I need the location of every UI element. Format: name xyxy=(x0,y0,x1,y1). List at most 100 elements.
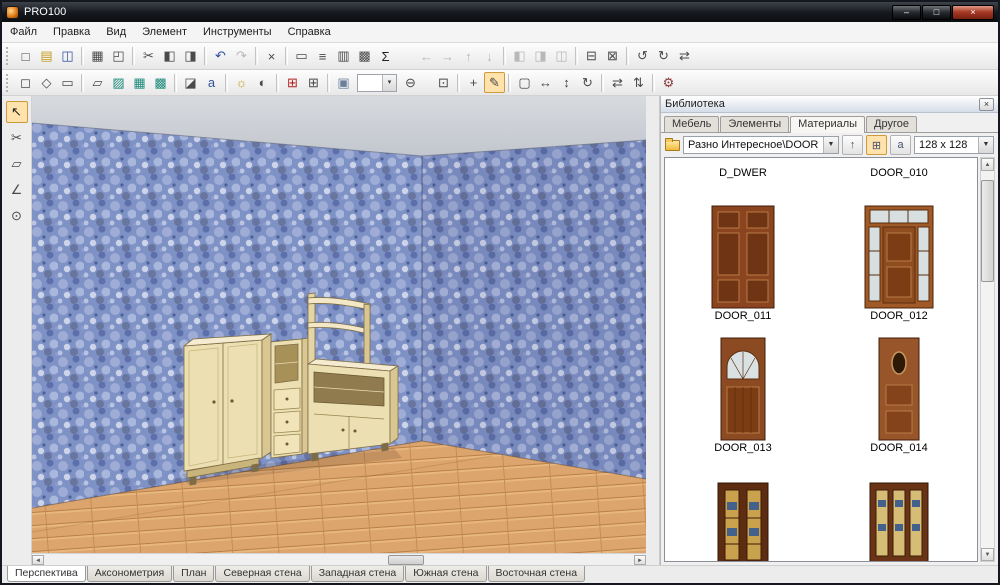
grid-icon[interactable]: ⊞ xyxy=(282,72,303,93)
flip-vertical-icon[interactable]: ⇅ xyxy=(628,72,649,93)
view-tab[interactable]: Южная стена xyxy=(405,566,487,582)
view-sketch-icon[interactable]: ▨ xyxy=(108,72,129,93)
background-icon[interactable]: ▣ xyxy=(333,72,354,93)
menu-item[interactable]: Справка xyxy=(280,23,339,41)
maximize-button[interactable]: □ xyxy=(922,4,951,20)
shadow-icon[interactable]: ◐ xyxy=(252,72,273,93)
light-icon[interactable]: ☼ xyxy=(231,72,252,93)
view-tab[interactable]: План xyxy=(173,566,215,582)
save-icon[interactable]: ◫ xyxy=(57,46,78,67)
menu-item[interactable]: Файл xyxy=(2,23,45,41)
move-horizontal-icon[interactable]: ↔ xyxy=(535,72,556,93)
properties-icon[interactable]: ▭ xyxy=(291,46,312,67)
distribute-icon[interactable]: ◫ xyxy=(551,46,572,67)
cut-icon[interactable]: ✂ xyxy=(138,46,159,67)
center-view-icon[interactable]: + xyxy=(463,72,484,93)
menu-item[interactable]: Правка xyxy=(45,23,98,41)
library-item[interactable]: DOOR_011 xyxy=(665,190,821,324)
library-item[interactable]: DOOR_014 xyxy=(821,324,977,456)
viewport-hscrollbar[interactable]: ◄ ► xyxy=(32,553,646,565)
structure-icon[interactable]: ≡ xyxy=(312,46,333,67)
zoom-fit-icon[interactable]: ⊡ xyxy=(433,72,454,93)
new-document-icon[interactable]: □ xyxy=(15,46,36,67)
edit-pencil-icon[interactable]: ✎ xyxy=(484,72,505,93)
scroll-up-arrow[interactable]: ▲ xyxy=(981,158,994,171)
view-perspective-icon[interactable]: ◻ xyxy=(15,72,36,93)
move-up-icon[interactable]: ↑ xyxy=(458,46,479,67)
redo-icon[interactable]: ↷ xyxy=(231,46,252,67)
toolbar-grip[interactable] xyxy=(6,73,11,92)
show-contours-icon[interactable]: ◪ xyxy=(180,72,201,93)
library-item[interactable]: DOOR_013 xyxy=(665,324,821,456)
hscroll-thumb[interactable] xyxy=(388,555,424,565)
room-scene-svg[interactable] xyxy=(32,96,646,553)
delete-icon[interactable]: × xyxy=(261,46,282,67)
snap-tool-icon[interactable]: ✂ xyxy=(6,127,28,149)
view-tab[interactable]: Восточная стена xyxy=(487,566,586,582)
scroll-right-arrow[interactable]: ► xyxy=(634,555,646,565)
view-textures-icon[interactable]: ▩ xyxy=(150,72,171,93)
menu-item[interactable]: Элемент xyxy=(134,23,195,41)
library-item[interactable]: D_DWER xyxy=(665,162,821,190)
align-right-icon[interactable]: ◨ xyxy=(530,46,551,67)
paste-icon[interactable]: ◨ xyxy=(180,46,201,67)
folder-up-button[interactable]: ↑ xyxy=(842,135,863,155)
thumbnail-size-combo[interactable]: 128 x 128 ▼ xyxy=(914,136,994,154)
align-left-icon[interactable]: ◧ xyxy=(509,46,530,67)
rotate-left-icon[interactable]: ↺ xyxy=(632,46,653,67)
view-plan-icon[interactable]: ▭ xyxy=(57,72,78,93)
sum-icon[interactable]: Σ xyxy=(375,46,396,67)
view-names-button[interactable]: a xyxy=(890,135,911,155)
price-list-icon[interactable]: ▩ xyxy=(354,46,375,67)
scroll-down-arrow[interactable]: ▼ xyxy=(981,548,994,561)
view-tab[interactable]: Перспектива xyxy=(7,566,86,582)
view-tab[interactable]: Западная стена xyxy=(310,566,405,582)
library-tab[interactable]: Элементы xyxy=(720,116,790,132)
rotate-right-icon[interactable]: ↻ xyxy=(653,46,674,67)
view-tab[interactable]: Северная стена xyxy=(215,566,310,582)
library-tab[interactable]: Мебель xyxy=(664,116,720,132)
room-scene[interactable] xyxy=(32,96,646,553)
dimension-tool-icon[interactable]: ∠ xyxy=(6,179,28,201)
toolbar-grip[interactable] xyxy=(6,47,11,65)
library-vscrollbar[interactable]: ▲ ▼ xyxy=(980,157,995,562)
view-axonometry-icon[interactable]: ◇ xyxy=(36,72,57,93)
library-tab[interactable]: Материалы xyxy=(790,116,866,133)
print-preview-icon[interactable]: ◰ xyxy=(108,46,129,67)
ungroup-icon[interactable]: ⊠ xyxy=(602,46,623,67)
view-colors-icon[interactable]: ▦ xyxy=(129,72,150,93)
rotate-object-icon[interactable]: ↻ xyxy=(577,72,598,93)
library-item[interactable] xyxy=(665,456,821,561)
size-dropdown-arrow-icon[interactable]: ▼ xyxy=(978,137,993,153)
library-path-combo[interactable]: Разно Интересное\DOOR ▼ xyxy=(683,136,839,154)
vscroll-thumb[interactable] xyxy=(981,180,994,282)
library-close-button[interactable]: × xyxy=(979,97,994,111)
mirror-icon[interactable]: ⇄ xyxy=(674,46,695,67)
move-vertical-icon[interactable]: ↕ xyxy=(556,72,577,93)
close-button[interactable]: × xyxy=(952,4,994,20)
library-item[interactable] xyxy=(821,456,977,561)
select-tool-icon[interactable]: ↖ xyxy=(5,101,28,123)
zoom-tool-icon[interactable]: ⊙ xyxy=(6,205,28,227)
move-left-icon[interactable]: ← xyxy=(416,46,437,67)
zoom-level-combo[interactable]: ▾ xyxy=(357,73,397,92)
panel-splitter[interactable] xyxy=(646,96,660,565)
view-tab[interactable]: Аксонометрия xyxy=(86,566,173,582)
zoom-out-icon[interactable]: ⊖ xyxy=(400,72,421,93)
report-icon[interactable]: ▥ xyxy=(333,46,354,67)
library-item[interactable]: DOOR_010 xyxy=(821,162,977,190)
view-thumbnails-button[interactable]: ⊞ xyxy=(866,135,887,155)
flip-horizontal-icon[interactable]: ⇄ xyxy=(607,72,628,93)
move-down-icon[interactable]: ↓ xyxy=(479,46,500,67)
scroll-left-arrow[interactable]: ◄ xyxy=(32,555,44,565)
settings-icon[interactable]: ⚙ xyxy=(658,72,679,93)
move-right-icon[interactable]: → xyxy=(437,46,458,67)
text-labels-icon[interactable]: a xyxy=(201,72,222,93)
print-icon[interactable]: ▦ xyxy=(87,46,108,67)
copy-icon[interactable]: ◧ xyxy=(159,46,180,67)
path-dropdown-arrow-icon[interactable]: ▼ xyxy=(823,137,838,153)
minimize-button[interactable]: – xyxy=(892,4,921,20)
menu-item[interactable]: Вид xyxy=(98,23,134,41)
viewport[interactable]: ◄ ► xyxy=(32,96,646,565)
group-icon[interactable]: ⊟ xyxy=(581,46,602,67)
